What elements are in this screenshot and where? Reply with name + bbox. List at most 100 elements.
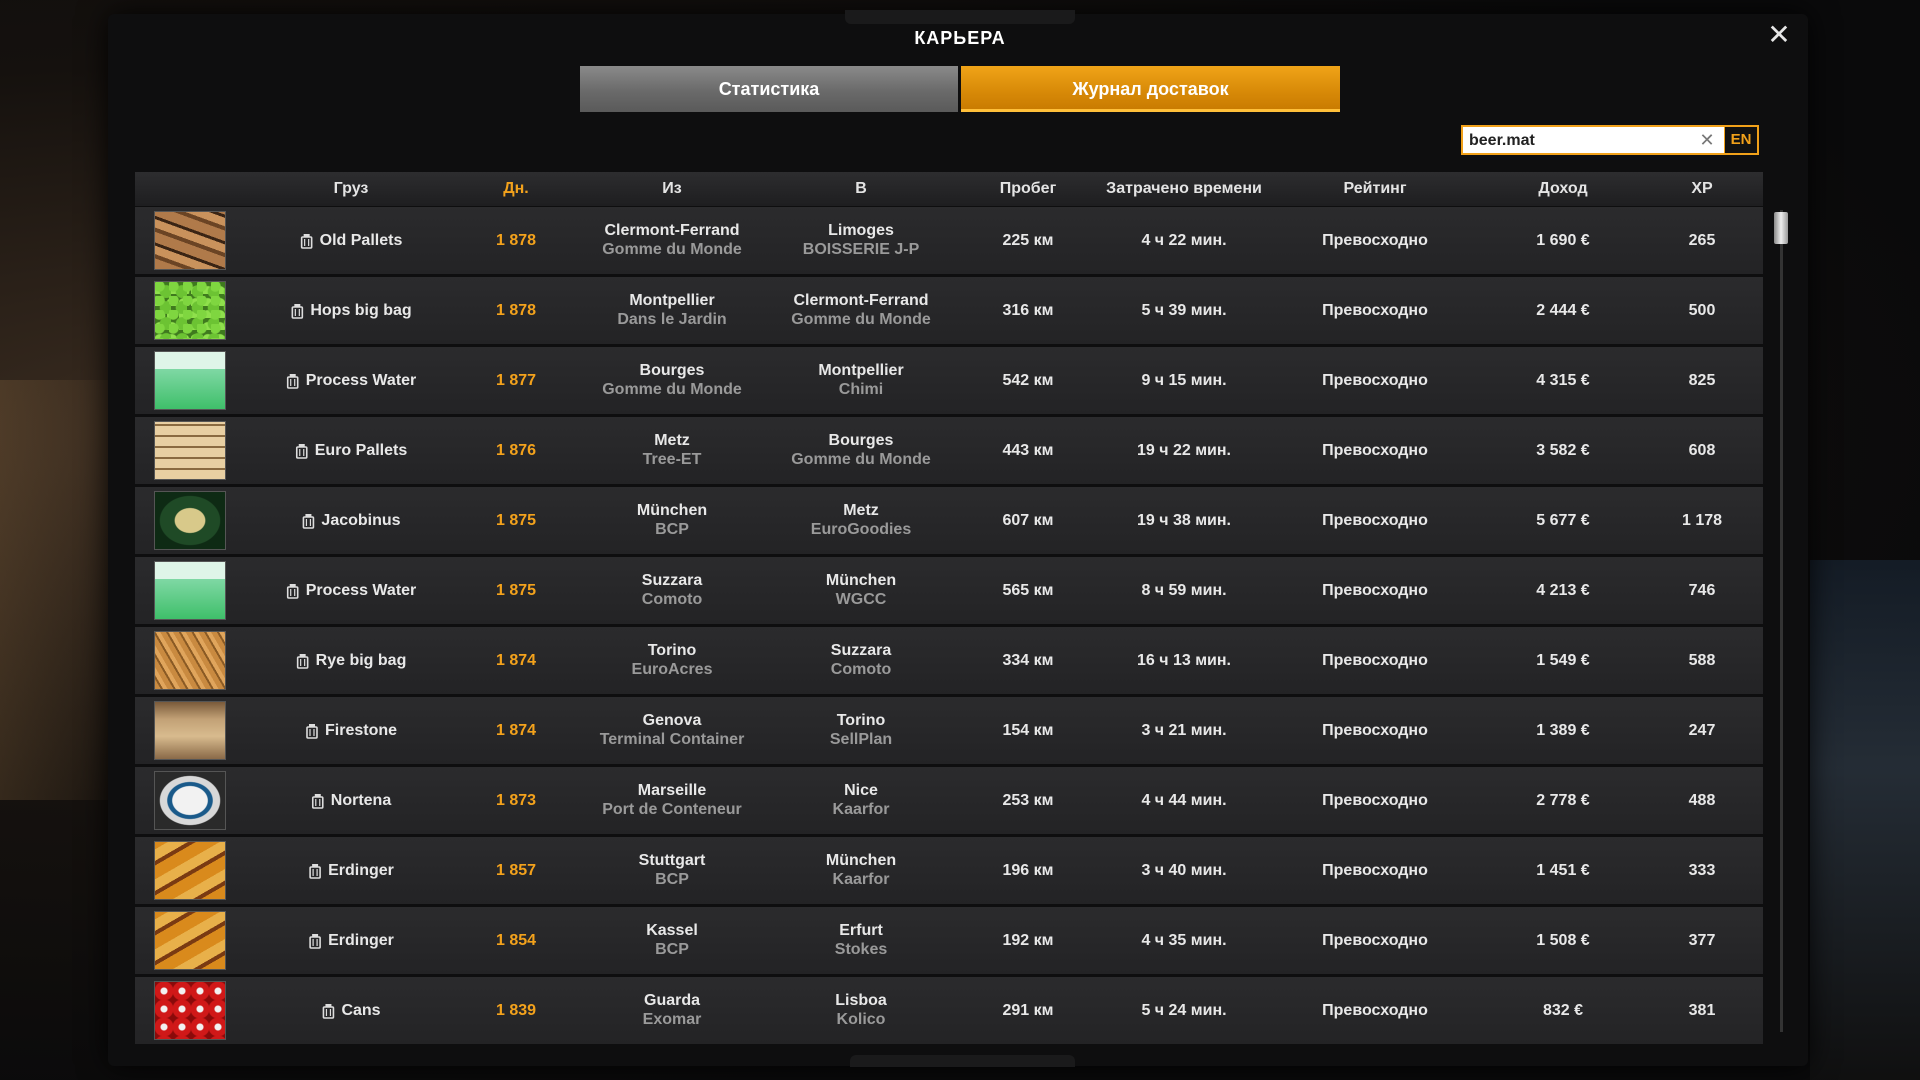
xp-cell-main: 488 xyxy=(1688,791,1716,809)
days-cell-main: 1 854 xyxy=(495,931,537,949)
destination-cell-company: Comoto xyxy=(830,661,892,678)
trailer-icon xyxy=(301,513,315,529)
cargo-cell: Process Water xyxy=(286,557,416,624)
scrollbar-track[interactable] xyxy=(1780,210,1783,1032)
cargo-thumbnail-firestone xyxy=(154,701,226,760)
column-rating[interactable]: Рейтинг xyxy=(1343,172,1406,206)
tab-statistics[interactable]: Статистика xyxy=(580,66,958,112)
days-cell-main: 1 878 xyxy=(495,231,537,249)
destination-cell: Limoges BOISSERIE J-P xyxy=(803,207,919,274)
rating-cell: Превосходно xyxy=(1322,837,1428,904)
origin-cell-main: Suzzara xyxy=(641,572,703,589)
time-cell: 19 ч 22 мин. xyxy=(1137,417,1231,484)
destination-cell-main: Clermont-Ferrand xyxy=(793,292,929,309)
cargo-name: Process Water xyxy=(305,371,417,389)
table-row[interactable]: Nortena 1 873 Marseille Port de Conteneur Ni… xyxy=(135,767,1763,834)
rating-cell: Превосходно xyxy=(1322,907,1428,974)
origin-cell-company: Exomar xyxy=(642,1011,702,1028)
table-header: Груз Дн. Из В Пробег Затрачено времени Р… xyxy=(135,172,1763,206)
origin-cell: Genova Terminal Container xyxy=(600,697,745,764)
time-cell-main: 5 ч 24 мин. xyxy=(1141,1001,1227,1019)
distance-cell: 196 км xyxy=(1003,837,1054,904)
table-row[interactable]: Process Water 1 875 Suzzara Comoto München WG… xyxy=(135,557,1763,624)
distance-cell: 443 км xyxy=(1003,417,1054,484)
table-row[interactable]: Old Pallets 1 878 Clermont-Ferrand Gomme du… xyxy=(135,207,1763,274)
rating-cell: Превосходно xyxy=(1322,627,1428,694)
clear-search-icon[interactable]: ✕ xyxy=(1697,130,1717,150)
table-row[interactable]: Hops big bag 1 878 Montpellier Dans le Jard… xyxy=(135,277,1763,344)
cargo-name: Erdinger xyxy=(328,861,394,879)
column-xp[interactable]: XP xyxy=(1691,172,1712,206)
days-cell-main: 1 875 xyxy=(495,511,537,529)
rating-cell: Превосходно xyxy=(1322,347,1428,414)
rating-cell-main: Превосходно xyxy=(1322,791,1428,809)
distance-cell: 192 км xyxy=(1003,907,1054,974)
table-row[interactable]: Rye big bag 1 874 Torino EuroAcres Suzzara Co… xyxy=(135,627,1763,694)
time-cell-main: 4 ч 35 мин. xyxy=(1141,931,1227,949)
income-cell: 1 451 € xyxy=(1536,837,1589,904)
origin-cell-company: Dans le Jardin xyxy=(617,311,727,328)
table-row[interactable]: Erdinger 1 857 Stuttgart BCP München Kaarfor 1… xyxy=(135,837,1763,904)
distance-cell: 542 км xyxy=(1003,347,1054,414)
distance-cell-main: 192 км xyxy=(1002,931,1054,949)
rating-cell: Превосходно xyxy=(1322,977,1428,1044)
column-to[interactable]: В xyxy=(855,172,867,206)
distance-cell-main: 542 км xyxy=(1002,371,1054,389)
xp-cell-main: 377 xyxy=(1688,931,1716,949)
distance-cell-main: 565 км xyxy=(1002,581,1054,599)
xp-cell-main: 500 xyxy=(1688,301,1716,319)
days-cell: 1 874 xyxy=(496,697,536,764)
origin-cell: Clermont-Ferrand Gomme du Monde xyxy=(602,207,742,274)
column-distance[interactable]: Пробег xyxy=(1000,172,1057,206)
rating-cell: Превосходно xyxy=(1322,487,1428,554)
income-cell: 4 315 € xyxy=(1536,347,1589,414)
destination-cell: Bourges Gomme du Monde xyxy=(791,417,931,484)
table-row[interactable]: Process Water 1 877 Bourges Gomme du Monde M… xyxy=(135,347,1763,414)
rating-cell-main: Превосходно xyxy=(1322,1001,1428,1019)
table-row[interactable]: Cans 1 839 Guarda Exomar Lisboa Kolico 291 км 5… xyxy=(135,977,1763,1044)
cargo-thumbnail-hops xyxy=(154,281,226,340)
table-row[interactable]: Jacobinus 1 875 München BCP Metz EuroGoodies 6… xyxy=(135,487,1763,554)
column-days[interactable]: Дн. xyxy=(503,172,529,206)
cargo-thumbnail-erdinger xyxy=(154,841,226,900)
days-cell-main: 1 857 xyxy=(495,861,537,879)
rating-cell: Превосходно xyxy=(1322,207,1428,274)
destination-cell-company: Kaarfor xyxy=(832,801,890,818)
origin-cell-company: BCP xyxy=(655,871,689,888)
table-row[interactable]: Erdinger 1 854 Kassel BCP Erfurt Stokes 192 км… xyxy=(135,907,1763,974)
origin-cell-company: Gomme du Monde xyxy=(602,381,742,398)
xp-cell: 608 xyxy=(1689,417,1716,484)
scrollbar-thumb[interactable] xyxy=(1774,212,1788,244)
xp-cell: 377 xyxy=(1689,907,1716,974)
days-cell: 1 877 xyxy=(496,347,536,414)
xp-cell: 500 xyxy=(1689,277,1716,344)
time-cell-main: 16 ч 13 мин. xyxy=(1137,651,1231,669)
destination-cell-company: Kaarfor xyxy=(832,871,890,888)
cargo-name: Hops big bag xyxy=(310,301,412,319)
origin-cell: Torino EuroAcres xyxy=(632,627,713,694)
close-icon[interactable]: ✕ xyxy=(1766,21,1792,49)
xp-cell-main: 825 xyxy=(1688,371,1716,389)
origin-cell-main: Montpellier xyxy=(629,292,715,309)
column-from[interactable]: Из xyxy=(662,172,681,206)
origin-cell-company: Port de Conteneur xyxy=(602,801,742,818)
origin-cell-main: Genova xyxy=(642,712,702,729)
column-income[interactable]: Доход xyxy=(1538,172,1587,206)
table-row[interactable]: Firestone 1 874 Genova Terminal Container To… xyxy=(135,697,1763,764)
column-cargo[interactable]: Груз xyxy=(334,172,369,206)
origin-cell-main: Kassel xyxy=(646,922,698,939)
origin-cell: Montpellier Dans le Jardin xyxy=(617,277,726,344)
xp-cell: 488 xyxy=(1689,767,1716,834)
tab-delivery-log[interactable]: Журнал доставок xyxy=(961,66,1340,112)
destination-cell: Erfurt Stokes xyxy=(835,907,887,974)
rating-cell-main: Превосходно xyxy=(1322,371,1428,389)
income-cell-main: 4 213 € xyxy=(1536,581,1590,599)
days-cell: 1 875 xyxy=(496,487,536,554)
days-cell: 1 857 xyxy=(496,837,536,904)
table-row[interactable]: Euro Pallets 1 876 Metz Tree-ET Bourges Gomme… xyxy=(135,417,1763,484)
xp-cell-main: 381 xyxy=(1688,1001,1716,1019)
search-input[interactable] xyxy=(1469,131,1689,151)
column-time[interactable]: Затрачено времени xyxy=(1106,172,1262,206)
days-cell-main: 1 877 xyxy=(495,371,537,389)
origin-cell-main: Marseille xyxy=(637,782,707,799)
